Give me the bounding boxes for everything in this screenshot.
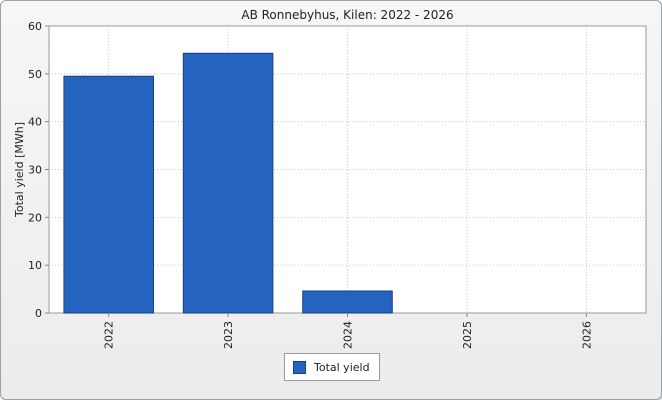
- x-tick-label: 2023: [222, 321, 235, 349]
- x-tick-label: 2025: [461, 321, 474, 349]
- x-tick-label: 2024: [342, 321, 355, 349]
- x-axis-ticks: 2022 2023 2024 2025 2026: [103, 313, 593, 349]
- y-tick-label: 10: [28, 259, 42, 272]
- chart-title: AB Ronnebyhus, Kilen: 2022 - 2026: [241, 8, 453, 22]
- legend-label: Total yield: [314, 360, 370, 374]
- y-tick-label: 20: [28, 211, 42, 224]
- legend-swatch: [293, 360, 306, 374]
- x-tick-label: 2026: [580, 321, 593, 349]
- bar-2024: [302, 290, 393, 314]
- chart-frame: AB Ronnebyhus, Kilen: 2022 - 2026 0 10 20 3…: [0, 0, 662, 400]
- bar-chart: AB Ronnebyhus, Kilen: 2022 - 2026 0 10 20 3…: [13, 8, 647, 349]
- y-tick-label: 50: [28, 68, 42, 81]
- y-axis-ticks: 0 10 20 30 40 50 60: [28, 20, 49, 320]
- y-tick-label: 0: [35, 307, 42, 320]
- bar-2023: [182, 52, 274, 314]
- y-tick-label: 60: [28, 20, 42, 33]
- y-tick-label: 40: [28, 116, 42, 129]
- x-tick-label: 2022: [103, 321, 116, 349]
- y-tick-label: 30: [28, 164, 42, 177]
- legend: Total yield: [284, 353, 380, 381]
- bar-2022: [63, 75, 154, 314]
- y-axis-label: Total yield [MWh]: [13, 122, 26, 218]
